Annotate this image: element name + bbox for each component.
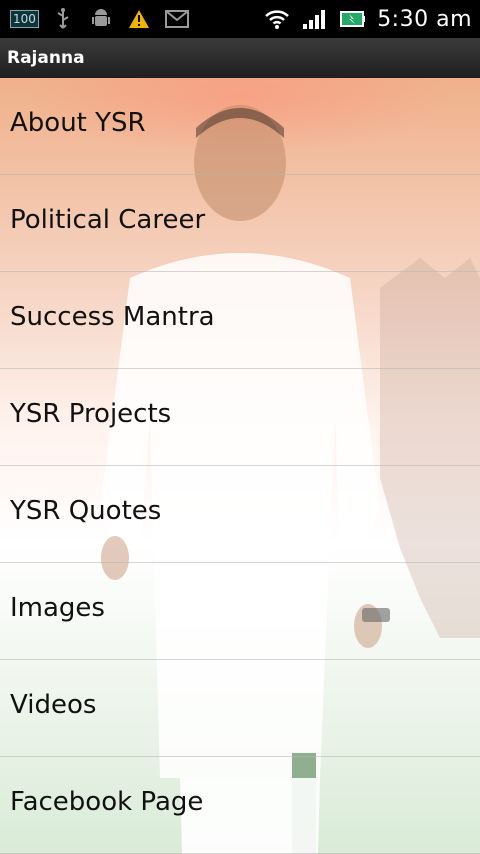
signal-icon bbox=[301, 6, 329, 32]
status-bar: 100 5:30 am bbox=[0, 0, 480, 38]
battery-level-icon: 100 bbox=[10, 10, 39, 28]
app-title: Rajanna bbox=[7, 48, 85, 68]
system-icons: 5:30 am bbox=[263, 4, 472, 34]
wifi-icon bbox=[263, 6, 291, 32]
menu-item-label: About YSR bbox=[10, 108, 146, 138]
action-bar: Rajanna bbox=[0, 38, 480, 80]
menu-item-label: YSR Projects bbox=[10, 399, 172, 429]
menu-item-facebook-page[interactable]: Facebook Page bbox=[0, 757, 480, 854]
menu-item-success-mantra[interactable]: Success Mantra bbox=[0, 272, 480, 369]
menu-item-political-career[interactable]: Political Career bbox=[0, 175, 480, 272]
menu-item-videos[interactable]: Videos bbox=[0, 660, 480, 757]
content-area: About YSR Political Career Success Mantr… bbox=[0, 78, 480, 854]
warning-icon bbox=[125, 6, 153, 32]
menu-item-label: Success Mantra bbox=[10, 302, 215, 332]
menu-item-label: YSR Quotes bbox=[10, 496, 162, 526]
status-clock: 5:30 am bbox=[377, 6, 472, 32]
gmail-icon bbox=[163, 6, 191, 32]
menu-item-ysr-quotes[interactable]: YSR Quotes bbox=[0, 466, 480, 563]
app-screen: 100 5:30 am Rajanna About YSR Political … bbox=[0, 0, 480, 854]
menu-item-label: Facebook Page bbox=[10, 787, 204, 817]
usb-icon bbox=[49, 6, 77, 32]
notification-icons: 100 bbox=[10, 6, 191, 32]
menu-item-label: Images bbox=[10, 593, 105, 623]
main-menu-list: About YSR Political Career Success Mantr… bbox=[0, 78, 480, 854]
menu-item-label: Political Career bbox=[10, 205, 206, 235]
menu-item-images[interactable]: Images bbox=[0, 563, 480, 660]
menu-item-about-ysr[interactable]: About YSR bbox=[0, 78, 480, 175]
menu-item-ysr-projects[interactable]: YSR Projects bbox=[0, 369, 480, 466]
menu-item-label: Videos bbox=[10, 690, 97, 720]
android-debug-icon bbox=[87, 6, 115, 32]
battery-icon bbox=[339, 6, 367, 32]
